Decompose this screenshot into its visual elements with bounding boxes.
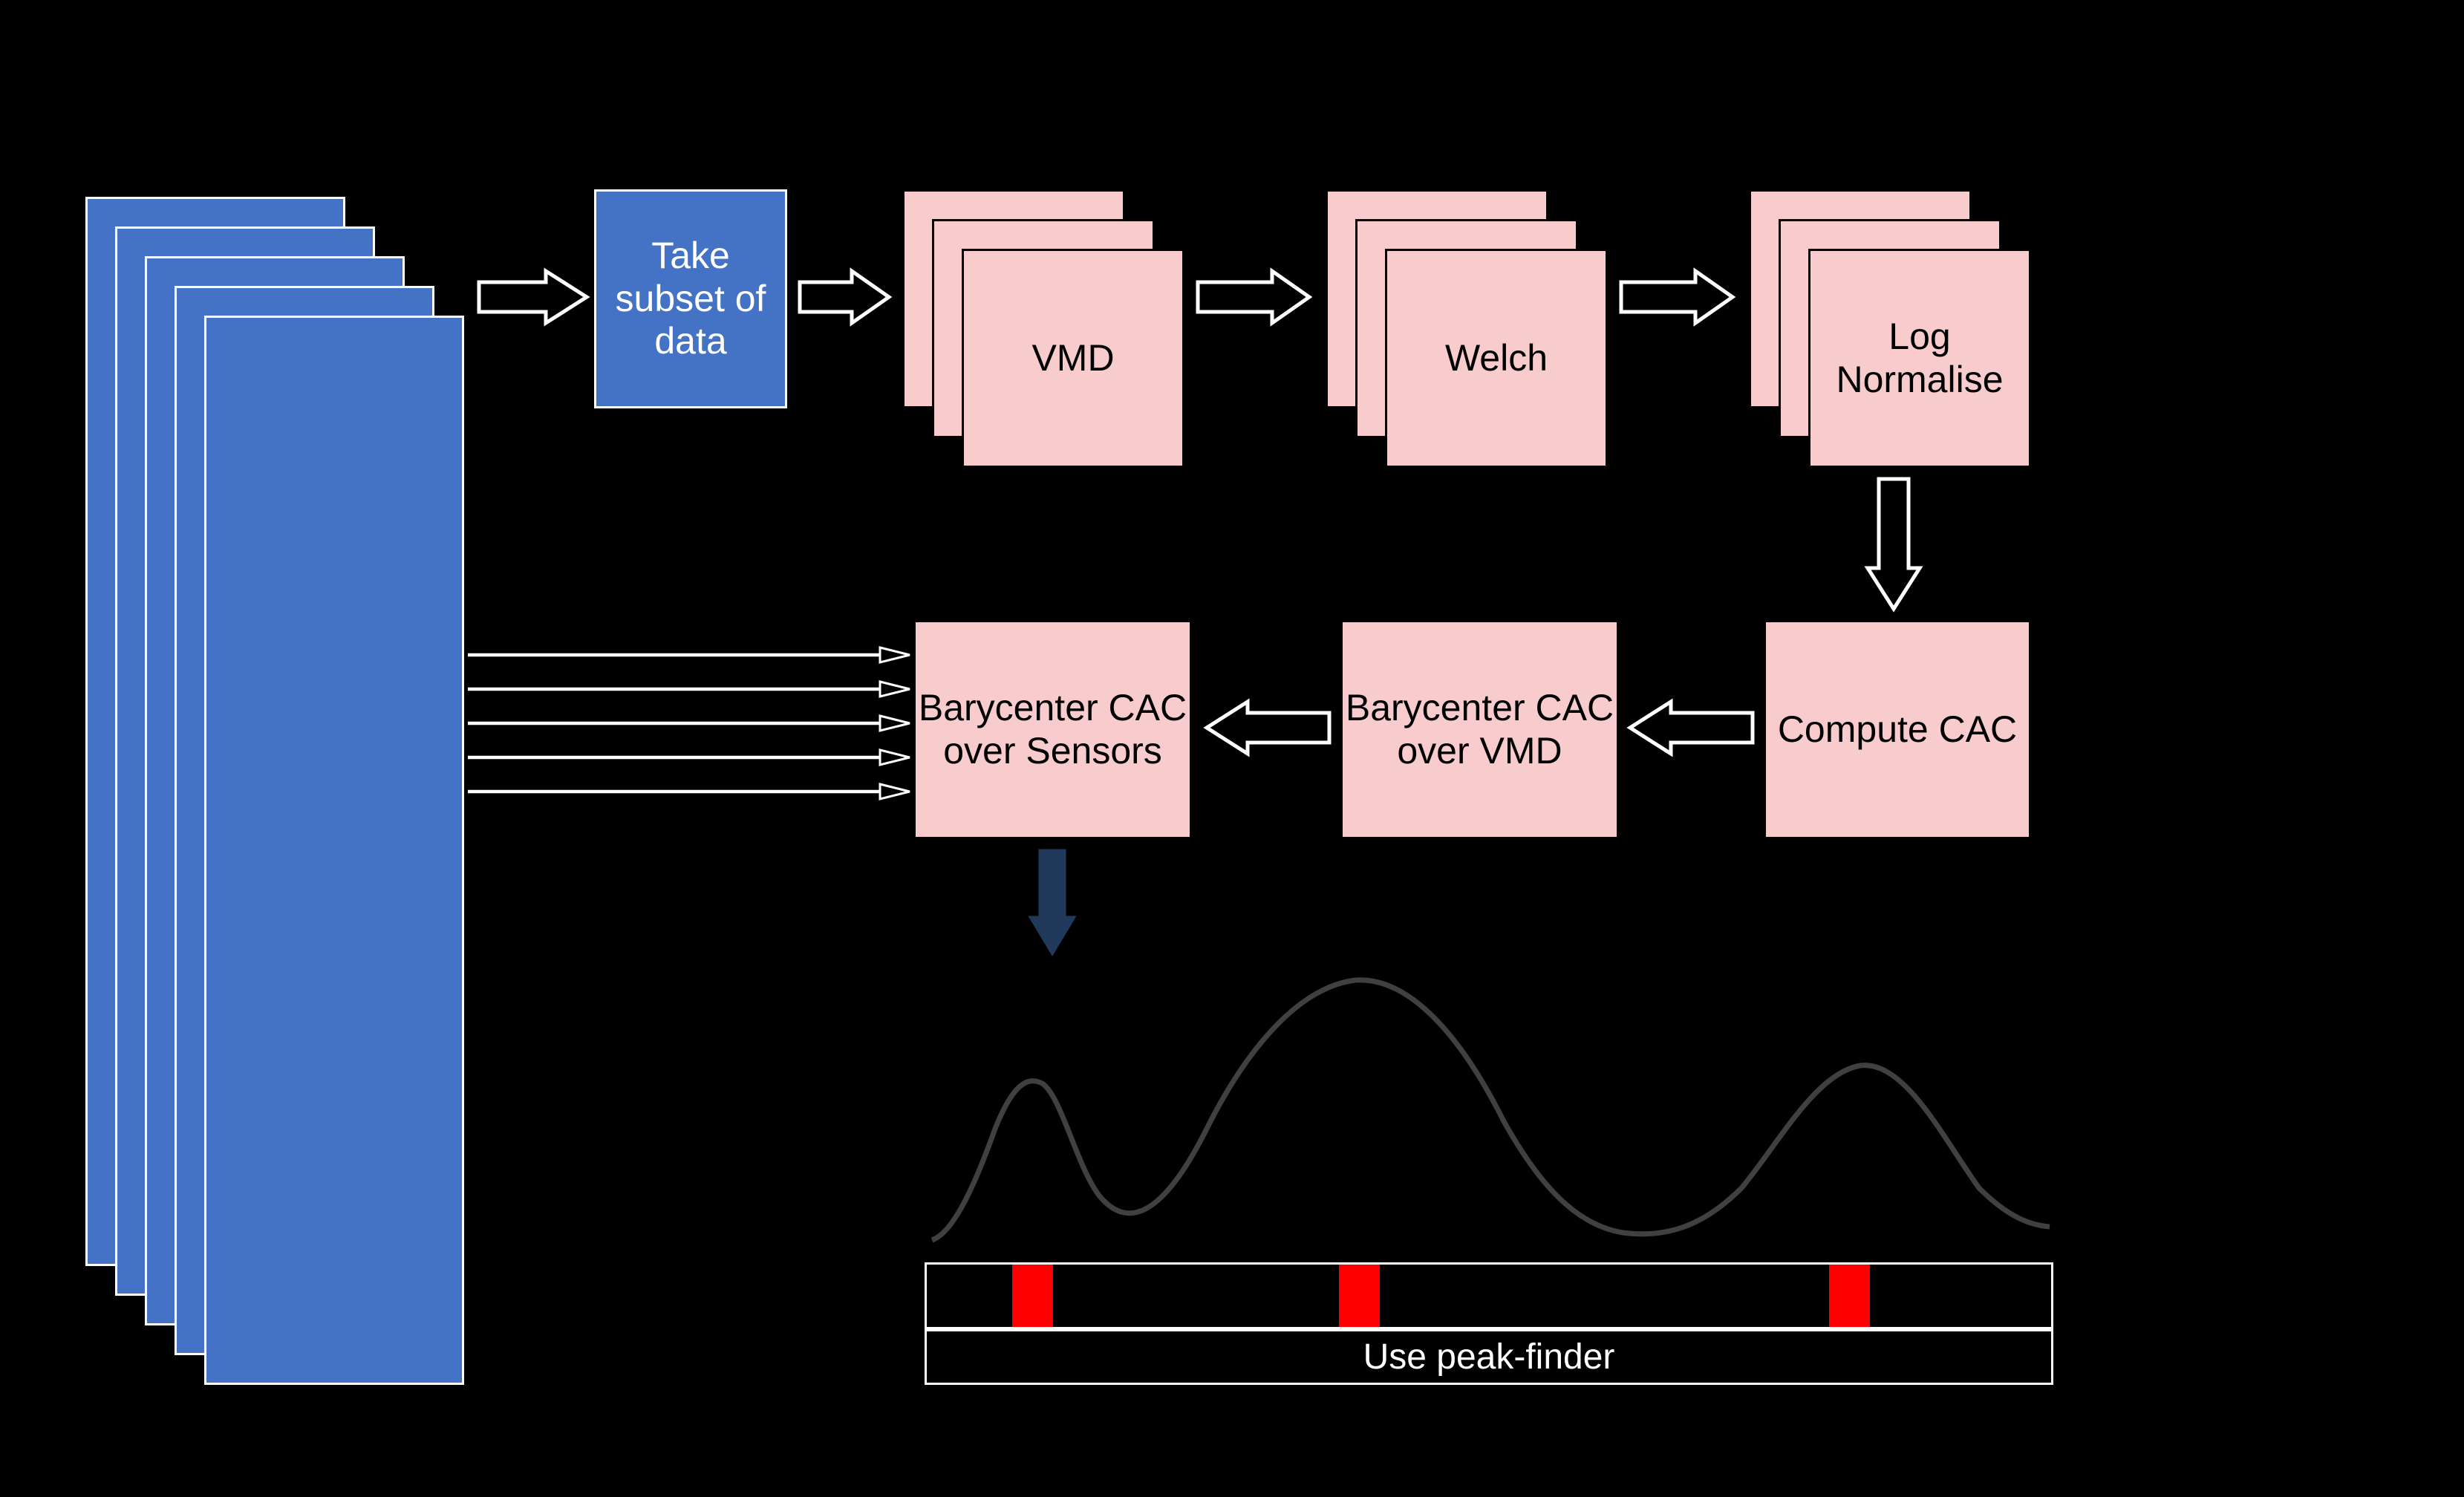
peak-label-text: Use peak-finder xyxy=(1363,1337,1615,1377)
arrow-barysensors-to-output xyxy=(1026,847,1078,958)
arrow-data-to-subset xyxy=(475,267,590,327)
arrow-baryvmd-to-barysensors xyxy=(1203,698,1333,757)
sensor-lines-group xyxy=(468,646,913,817)
peak-marker-1 xyxy=(1012,1265,1053,1327)
label-welch: Welch xyxy=(1445,337,1548,380)
peak-bar xyxy=(925,1262,2053,1329)
box-bary-sensors: Barycenter CAC over Sensors xyxy=(913,620,1192,839)
peak-marker-2 xyxy=(1339,1265,1380,1327)
spectrum-curve xyxy=(925,950,2053,1248)
arrow-welch-to-lognorm xyxy=(1617,267,1736,327)
arrow-vmd-to-welch xyxy=(1194,267,1313,327)
arrow-lognorm-to-cac xyxy=(1864,475,1923,613)
peak-label-box: Use peak-finder xyxy=(925,1329,2053,1385)
data-stack-rect-1 xyxy=(204,316,464,1385)
label-vmd: VMD xyxy=(1031,337,1114,380)
box-compute-cac: Compute CAC xyxy=(1764,620,2031,839)
peak-marker-3 xyxy=(1829,1265,1870,1327)
box-take-subset: Take subset of data xyxy=(594,189,787,408)
box-bary-vmd: Barycenter CAC over VMD xyxy=(1340,620,1619,839)
vmd-stack-1: VMD xyxy=(962,249,1184,468)
lognorm-stack-1: Log Normalise xyxy=(1808,249,2031,468)
label-bary-vmd: Barycenter CAC over VMD xyxy=(1343,687,1617,772)
label-bary-sensors: Barycenter CAC over Sensors xyxy=(916,687,1190,772)
welch-stack-1: Welch xyxy=(1385,249,1608,468)
label-lognorm: Log Normalise xyxy=(1810,316,2029,401)
label-compute-cac: Compute CAC xyxy=(1778,708,2017,751)
arrow-cac-to-baryvmd xyxy=(1626,698,1756,757)
arrow-subset-to-vmd xyxy=(796,267,893,327)
label-take-subset: Take subset of data xyxy=(596,235,785,363)
